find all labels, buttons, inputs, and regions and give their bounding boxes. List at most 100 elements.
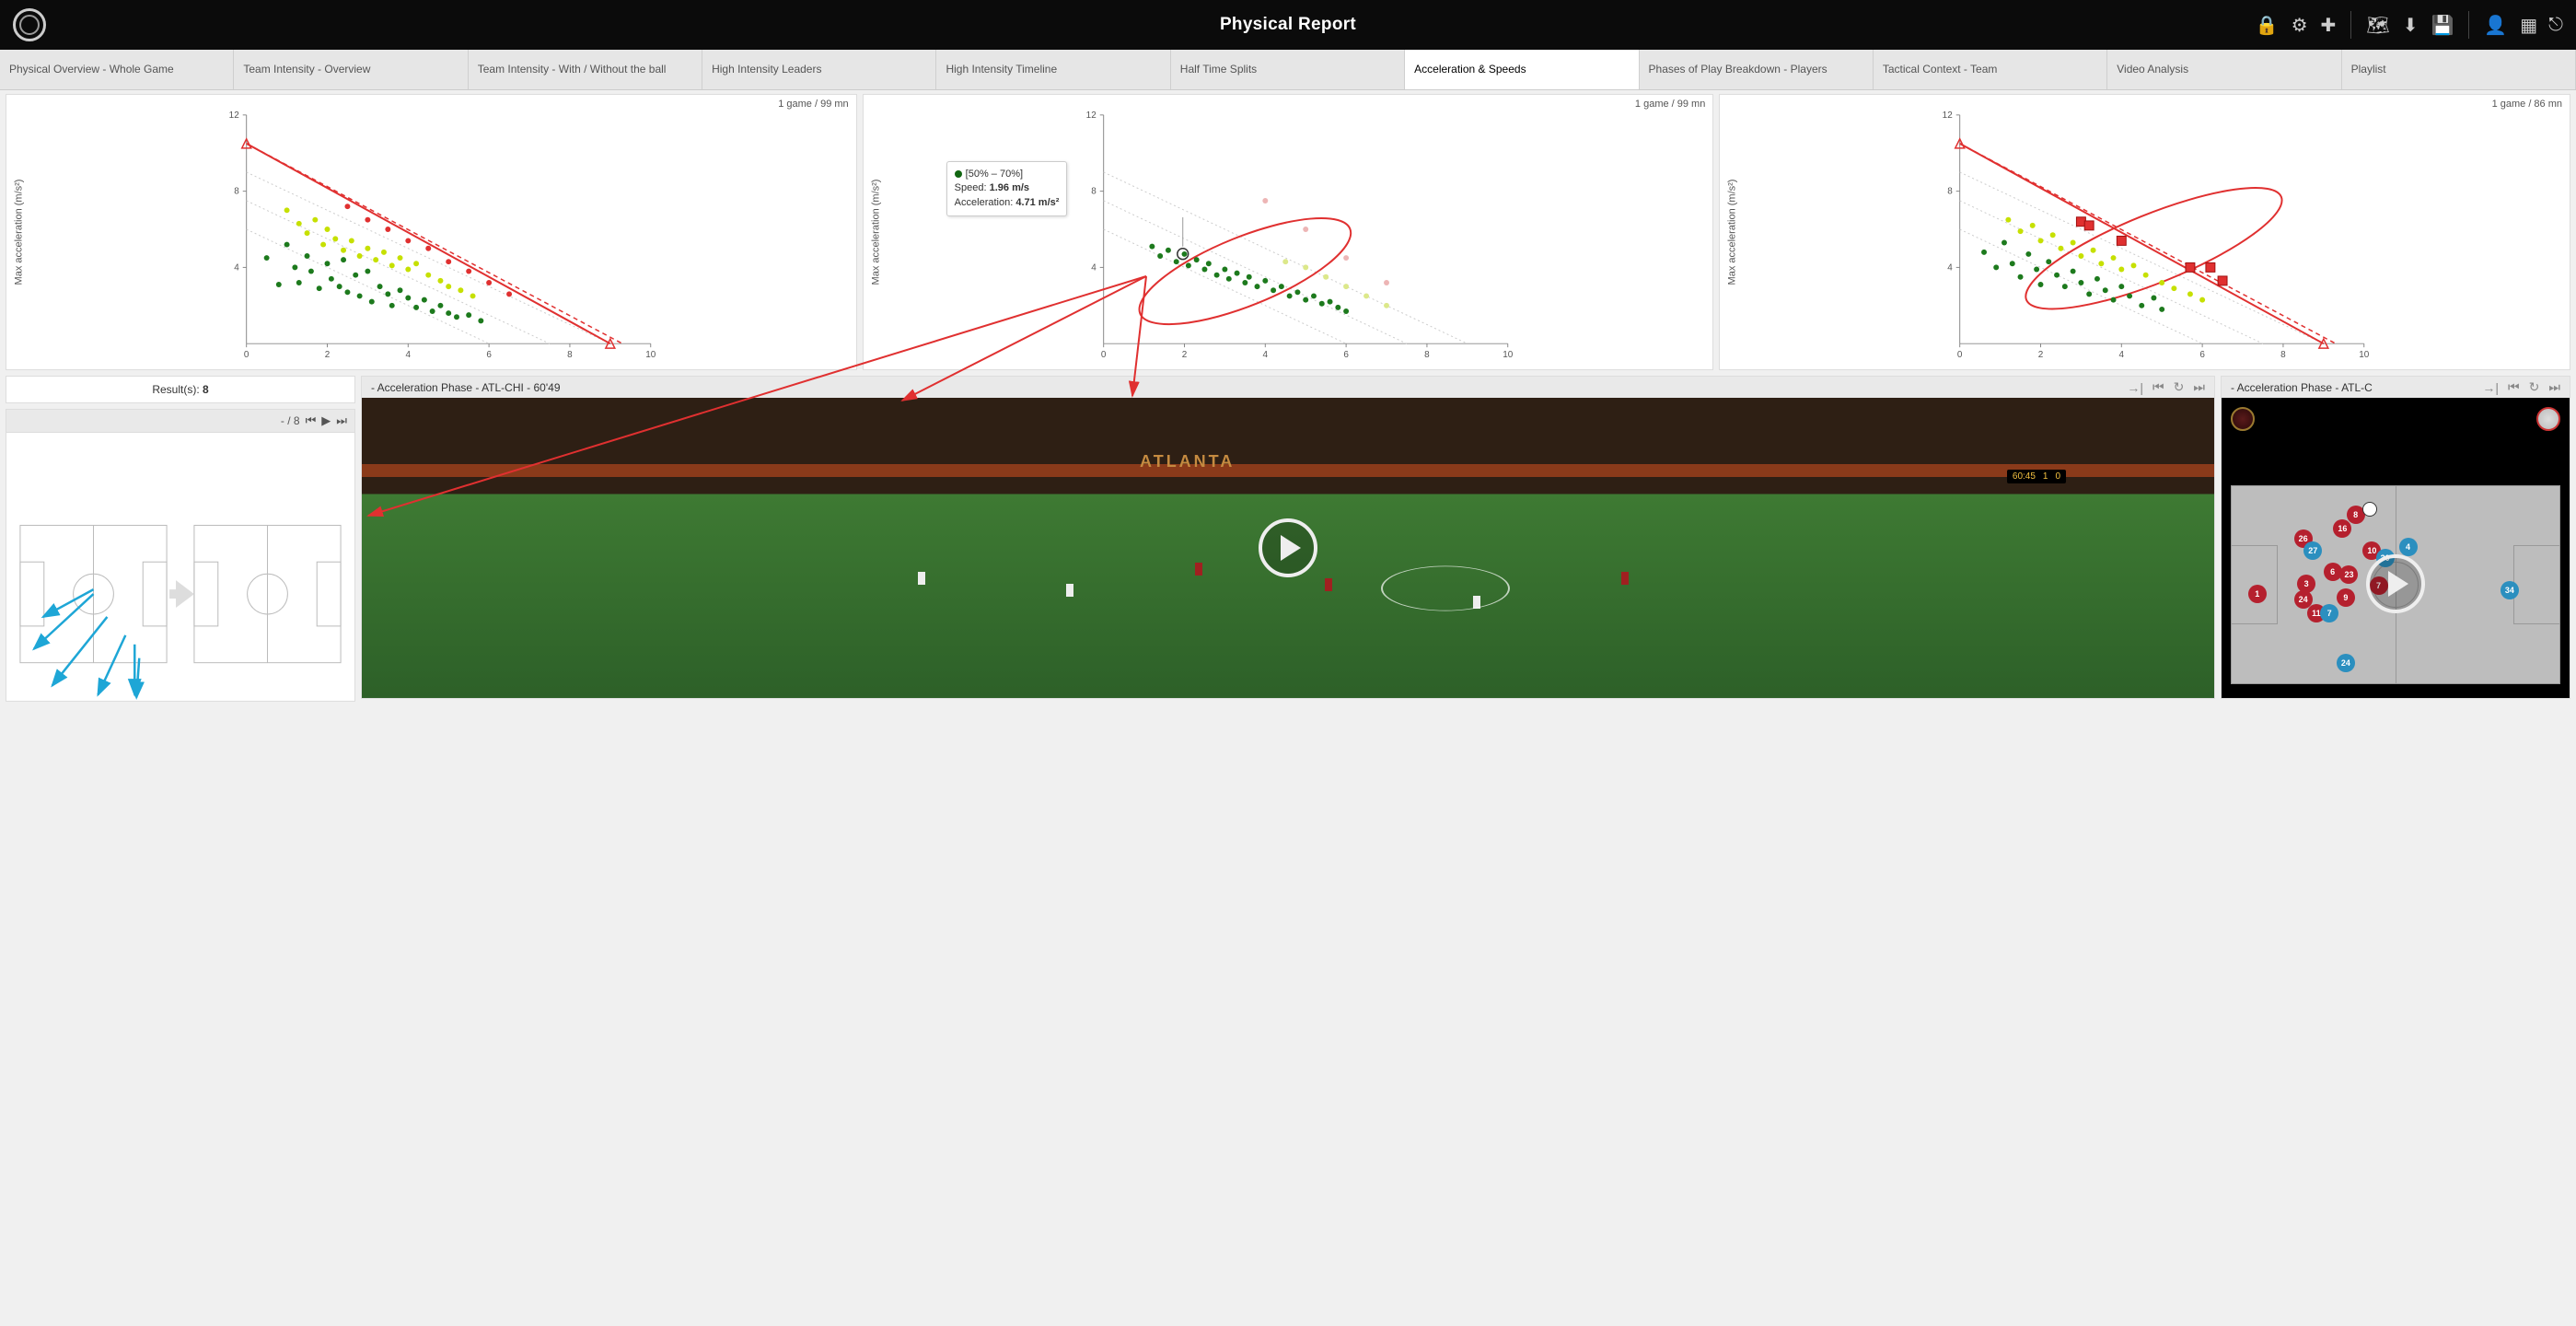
app-logo-icon	[13, 8, 46, 41]
next-clip-icon[interactable]: ⏭	[2548, 379, 2560, 395]
tab-1[interactable]: Team Intensity - Overview	[234, 50, 468, 89]
download-icon[interactable]: ⬇	[2403, 14, 2419, 37]
tooltip-range: [50% – 70%]	[966, 169, 1023, 180]
map-icon[interactable]: 🗺	[2366, 14, 2389, 37]
svg-text:4: 4	[2119, 350, 2125, 360]
scoreboard-time: 60:45	[2013, 471, 2036, 482]
scatter-chart-1[interactable]: 1 game / 99 mn Max acceleration (m/s²) 0…	[6, 94, 857, 370]
tactics-header: - Acceleration Phase - ATL-C →| ⏮ ↻ ⏭	[2222, 377, 2570, 398]
tactics-body[interactable]: 1324112662391078162773042434	[2222, 398, 2570, 698]
svg-text:0: 0	[244, 350, 249, 360]
tab-4[interactable]: High Intensity Timeline	[936, 50, 1170, 89]
svg-text:8: 8	[2281, 350, 2287, 360]
prev-clip-icon[interactable]: ⏮	[2152, 379, 2164, 395]
player-marker: 23	[2339, 565, 2358, 584]
next-icon[interactable]: ⏭	[336, 413, 347, 428]
next-clip-icon[interactable]: ⏭	[2193, 379, 2205, 395]
plot-svg: 02468104812	[864, 95, 1713, 369]
lock-icon[interactable]: 🔒	[2256, 14, 2279, 37]
svg-text:4: 4	[234, 262, 239, 273]
tooltip-dot-icon	[955, 170, 962, 178]
tactics-panel: - Acceleration Phase - ATL-C →| ⏮ ↻ ⏭ 13…	[2221, 376, 2570, 699]
svg-text:8: 8	[567, 350, 573, 360]
svg-text:8: 8	[1424, 350, 1430, 360]
gear-icon[interactable]: ⚙	[2292, 14, 2308, 37]
svg-text:4: 4	[1948, 262, 1954, 273]
play-button[interactable]	[1259, 518, 1317, 577]
tab-6[interactable]: Acceleration & Speeds	[1405, 50, 1639, 89]
scatter-chart-2[interactable]: 1 game / 99 mn Max acceleration (m/s²) 0…	[863, 94, 1714, 370]
player-marker: 7	[2320, 604, 2338, 622]
player-marker: 9	[2337, 588, 2355, 607]
svg-text:6: 6	[2200, 350, 2206, 360]
add-icon[interactable]: ✚	[2321, 14, 2337, 37]
replay-icon[interactable]: ↻	[2529, 379, 2540, 395]
svg-text:4: 4	[406, 350, 412, 360]
results-bar: Result(s): 8	[6, 376, 355, 403]
score-right: 0	[2055, 471, 2060, 482]
save-icon[interactable]: 💾	[2431, 14, 2454, 37]
top-bar: Physical Report 🔒 ⚙ ✚ 🗺 ⬇ 💾 👤 ▦ ⎋	[0, 0, 2576, 50]
stadium-banner: ATLANTA	[1140, 452, 1235, 471]
tooltip-accel-value: 4.71 m/s²	[1015, 197, 1059, 208]
player-marker: 27	[2303, 541, 2322, 560]
tab-3[interactable]: High Intensity Leaders	[702, 50, 936, 89]
left-column: Result(s): 8 - / 8 ⏮ ▶ ⏭	[6, 376, 355, 702]
svg-text:4: 4	[1262, 350, 1268, 360]
svg-text:12: 12	[1943, 110, 1954, 121]
chart-tooltip: [50% – 70%] Speed: 1.96 m/s Acceleration…	[946, 161, 1068, 216]
video-title: - Acceleration Phase - ATL-CHI - 60'49	[371, 381, 561, 394]
player-marker: 1	[2248, 585, 2267, 603]
video-header: - Acceleration Phase - ATL-CHI - 60'49 →…	[362, 377, 2214, 398]
tab-2[interactable]: Team Intensity - With / Without the ball	[469, 50, 702, 89]
tooltip-speed-label: Speed:	[955, 182, 987, 193]
svg-text:6: 6	[486, 350, 492, 360]
player-marker: 24	[2337, 654, 2355, 672]
team-badge-left	[2231, 407, 2255, 431]
plot-svg: 02468104812	[1720, 95, 2570, 369]
movement-panel: - / 8 ⏮ ▶ ⏭	[6, 409, 355, 702]
scoreboard: 60:45 1 0	[2007, 470, 2066, 483]
svg-text:0: 0	[1101, 350, 1107, 360]
svg-text:2: 2	[325, 350, 331, 360]
svg-text:4: 4	[1091, 262, 1097, 273]
tooltip-accel-label: Acceleration:	[955, 197, 1014, 208]
skip-fwd-icon[interactable]: →|	[2127, 380, 2143, 395]
charts-row: 1 game / 99 mn Max acceleration (m/s²) 0…	[0, 90, 2576, 370]
svg-text:8: 8	[1948, 187, 1954, 197]
tab-7[interactable]: Phases of Play Breakdown - Players	[1640, 50, 1874, 89]
video-body[interactable]: ATLANTA 60:45 1 0	[362, 398, 2214, 698]
tab-0[interactable]: Physical Overview - Whole Game	[0, 50, 234, 89]
video-panel-main: - Acceleration Phase - ATL-CHI - 60'49 →…	[361, 376, 2215, 699]
plot-svg: 02468104812	[6, 95, 856, 369]
play-button[interactable]	[2366, 554, 2425, 613]
tab-5[interactable]: Half Time Splits	[1171, 50, 1405, 89]
tab-8[interactable]: Tactical Context - Team	[1874, 50, 2107, 89]
team-badge-right	[2536, 407, 2560, 431]
grid-icon[interactable]: ▦	[2520, 14, 2535, 37]
ball-icon	[2362, 502, 2377, 517]
prev-icon[interactable]: ⏮	[306, 413, 317, 428]
replay-icon[interactable]: ↻	[2174, 379, 2185, 395]
svg-text:10: 10	[2360, 350, 2371, 360]
lower-row: Result(s): 8 - / 8 ⏮ ▶ ⏭ - Acceleration …	[0, 370, 2576, 707]
results-label: Result(s):	[152, 383, 199, 396]
prev-clip-icon[interactable]: ⏮	[2508, 379, 2520, 395]
movement-pitch	[6, 433, 354, 700]
svg-text:10: 10	[645, 350, 656, 360]
tooltip-speed-value: 1.96 m/s	[990, 182, 1029, 193]
tab-10[interactable]: Playlist	[2342, 50, 2576, 89]
svg-text:12: 12	[229, 110, 240, 121]
tactics-title: - Acceleration Phase - ATL-C	[2231, 381, 2373, 394]
user-icon[interactable]: 👤	[2484, 14, 2507, 37]
page-title: Physical Report	[0, 15, 2576, 35]
svg-text:2: 2	[1181, 350, 1187, 360]
tab-9[interactable]: Video Analysis	[2107, 50, 2341, 89]
scatter-chart-3[interactable]: 1 game / 86 mn Max acceleration (m/s²) 0…	[1719, 94, 2570, 370]
score-left: 1	[2043, 471, 2048, 482]
player-marker: 16	[2333, 519, 2351, 538]
play-icon[interactable]: ▶	[321, 413, 331, 428]
separator	[2350, 11, 2351, 39]
exit-icon[interactable]: ⎋	[2548, 15, 2563, 36]
skip-fwd-icon[interactable]: →|	[2482, 380, 2499, 395]
